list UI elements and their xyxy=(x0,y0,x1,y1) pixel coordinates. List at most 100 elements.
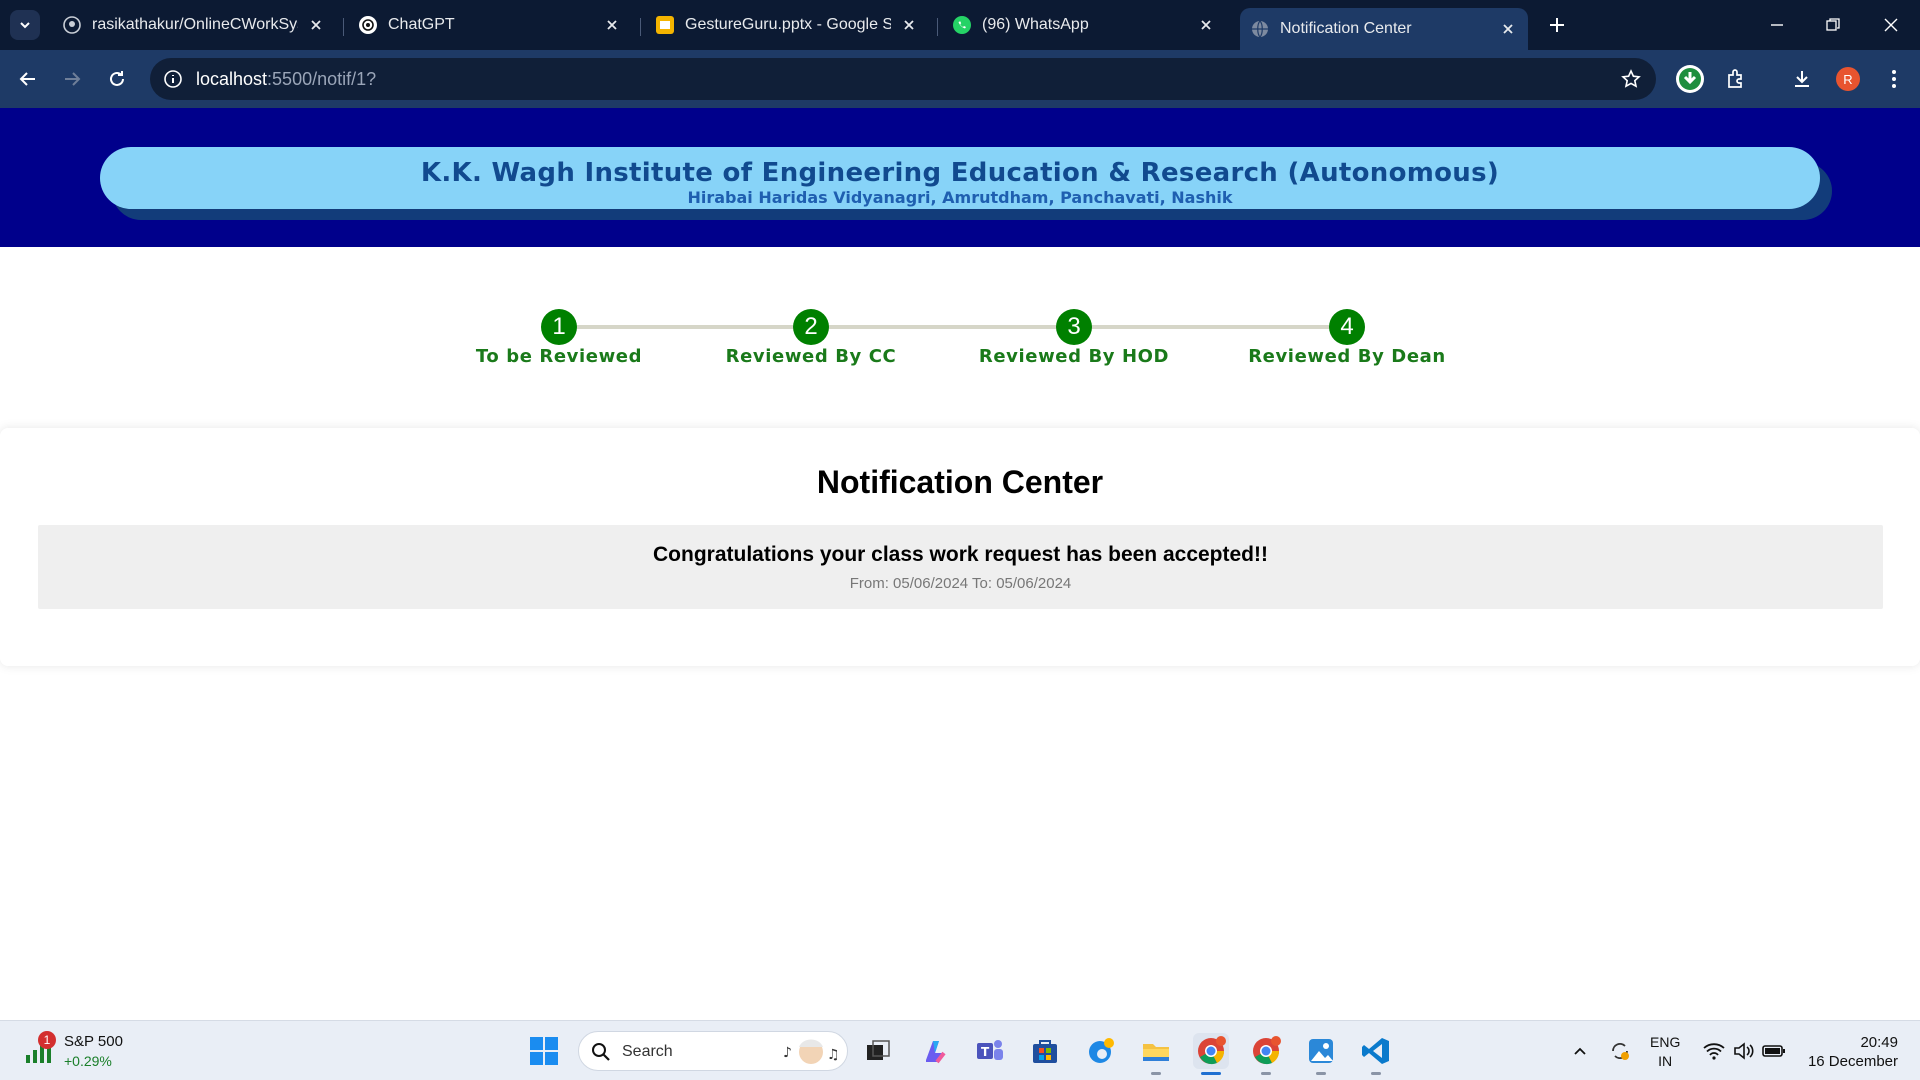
new-tab-button[interactable] xyxy=(1544,12,1570,38)
running-indicator xyxy=(1316,1072,1326,1075)
tab-close-icon[interactable] xyxy=(1196,15,1216,35)
tab-close-icon[interactable] xyxy=(602,15,622,35)
tab-chatgpt[interactable]: ChatGPT xyxy=(348,8,632,42)
globe-icon xyxy=(1250,19,1270,39)
edge-button[interactable] xyxy=(1083,1033,1119,1069)
teams-icon: T xyxy=(977,1040,1003,1060)
tab-divider xyxy=(937,18,938,36)
stock-change: +0.29% xyxy=(64,1053,112,1069)
windows-taskbar: 1 S&P 500 +0.29% Search ♪ ♫ T ENG IN 20:… xyxy=(0,1020,1920,1080)
tab-close-icon[interactable] xyxy=(899,15,919,35)
lang-region: IN xyxy=(1658,1053,1673,1069)
photos-button[interactable] xyxy=(1303,1033,1339,1075)
step-number: 2 xyxy=(804,313,818,340)
reload-button[interactable] xyxy=(101,63,133,95)
google-slides-icon xyxy=(655,15,675,35)
edge-icon xyxy=(1089,1038,1114,1063)
step-connector xyxy=(1074,325,1347,329)
url-host: localhost xyxy=(196,69,268,89)
system-clock[interactable]: 20:49 16 December xyxy=(1808,1033,1898,1071)
step-3-indicator: 3 xyxy=(1056,309,1092,345)
plus-icon xyxy=(1550,18,1564,32)
tab-close-icon[interactable] xyxy=(306,15,326,35)
site-info-icon[interactable] xyxy=(160,66,186,92)
reload-icon xyxy=(110,71,124,86)
sync-icon[interactable] xyxy=(1606,1037,1634,1065)
step-number: 3 xyxy=(1067,313,1081,340)
step-connector xyxy=(559,325,811,329)
tab-whatsapp[interactable]: (96) WhatsApp xyxy=(942,8,1226,42)
step-2-indicator: 2 xyxy=(793,309,829,345)
tab-title: rasikathakur/OnlineCWorkSyste xyxy=(92,16,298,33)
folder-icon xyxy=(1143,1044,1169,1061)
teams-button[interactable]: T xyxy=(972,1033,1008,1069)
url-text[interactable]: localhost:5500/notif/1? xyxy=(196,69,376,90)
notification-item[interactable]: Congratulations your class work request … xyxy=(38,525,1883,609)
volume-icon[interactable] xyxy=(1730,1037,1758,1065)
chrome-icon xyxy=(1253,1036,1281,1065)
taskbar-search[interactable]: Search ♪ ♫ xyxy=(578,1031,848,1071)
search-icon xyxy=(592,1043,610,1061)
stock-widget[interactable]: 1 S&P 500 +0.29% xyxy=(24,1031,144,1071)
close-window-button[interactable] xyxy=(1878,12,1904,38)
input-language[interactable]: ENG IN xyxy=(1650,1033,1680,1071)
minimize-icon xyxy=(1771,24,1783,26)
forward-button[interactable] xyxy=(56,63,88,95)
browser-tab-strip: rasikathakur/OnlineCWorkSyste ChatGPT Ge… xyxy=(0,0,1920,50)
step-3-label: Reviewed By HOD xyxy=(978,346,1170,367)
copilot-button[interactable] xyxy=(917,1033,953,1069)
tab-google-slides[interactable]: GestureGuru.pptx - Google Slid xyxy=(645,8,929,42)
tab-title: GestureGuru.pptx - Google Slid xyxy=(685,16,891,33)
tab-github[interactable]: rasikathakur/OnlineCWorkSyste xyxy=(52,8,336,42)
svg-text:T: T xyxy=(981,1045,990,1059)
bookmark-star-icon[interactable] xyxy=(1618,66,1644,92)
github-icon xyxy=(62,15,82,35)
vscode-icon xyxy=(1362,1038,1389,1064)
step-number: 1 xyxy=(552,313,566,340)
store-button[interactable] xyxy=(1027,1033,1063,1069)
browser-menu-icon[interactable] xyxy=(1878,63,1910,95)
tab-title: ChatGPT xyxy=(388,16,455,33)
address-bar[interactable]: localhost:5500/notif/1? xyxy=(150,58,1656,100)
vscode-button[interactable] xyxy=(1358,1033,1394,1075)
tab-divider xyxy=(343,18,344,36)
restore-icon xyxy=(1826,18,1840,31)
extension-download-icon[interactable] xyxy=(1674,63,1706,95)
start-button[interactable] xyxy=(526,1033,562,1069)
battery-icon[interactable] xyxy=(1760,1037,1788,1065)
copilot-icon xyxy=(926,1041,946,1064)
back-button[interactable] xyxy=(12,63,44,95)
arrow-right-icon xyxy=(65,72,81,86)
chevron-down-icon xyxy=(20,22,30,29)
chrome-profile-button[interactable] xyxy=(1248,1033,1284,1075)
notification-message: Congratulations your class work request … xyxy=(653,543,1268,566)
show-hidden-icons[interactable] xyxy=(1566,1037,1594,1065)
wifi-icon[interactable] xyxy=(1700,1037,1728,1065)
step-4-indicator: 4 xyxy=(1329,309,1365,345)
task-view-button[interactable] xyxy=(860,1033,896,1069)
tab-notification-center[interactable]: Notification Center xyxy=(1240,8,1528,50)
minimize-button[interactable] xyxy=(1764,12,1790,38)
lang-code: ENG xyxy=(1650,1034,1681,1050)
file-explorer-button[interactable] xyxy=(1138,1033,1174,1075)
svg-text:♪: ♪ xyxy=(783,1045,792,1061)
tab-close-icon[interactable] xyxy=(1498,19,1518,39)
notification-badge: 1 xyxy=(38,1031,56,1049)
chrome-button-active[interactable] xyxy=(1193,1033,1229,1075)
downloads-icon[interactable] xyxy=(1786,63,1818,95)
institute-address: Hirabai Haridas Vidyanagri, Amrutdham, P… xyxy=(687,188,1233,207)
tab-search-button[interactable] xyxy=(10,10,40,40)
chevron-up-icon xyxy=(1574,1047,1586,1055)
institute-name: K.K. Wagh Institute of Engineering Educa… xyxy=(420,158,1500,188)
step-4-label: Reviewed By Dean xyxy=(1248,346,1446,367)
chatgpt-icon xyxy=(358,15,378,35)
step-number: 4 xyxy=(1340,313,1354,340)
microsoft-store-icon xyxy=(1033,1040,1057,1063)
tab-divider xyxy=(640,18,641,36)
extensions-puzzle-icon[interactable] xyxy=(1720,63,1752,95)
windows-logo-icon xyxy=(530,1037,558,1065)
svg-text:♫: ♫ xyxy=(827,1047,840,1063)
restore-button[interactable] xyxy=(1820,12,1846,38)
clock-date: 16 December xyxy=(1807,1053,1898,1070)
profile-avatar[interactable]: R xyxy=(1832,63,1864,95)
